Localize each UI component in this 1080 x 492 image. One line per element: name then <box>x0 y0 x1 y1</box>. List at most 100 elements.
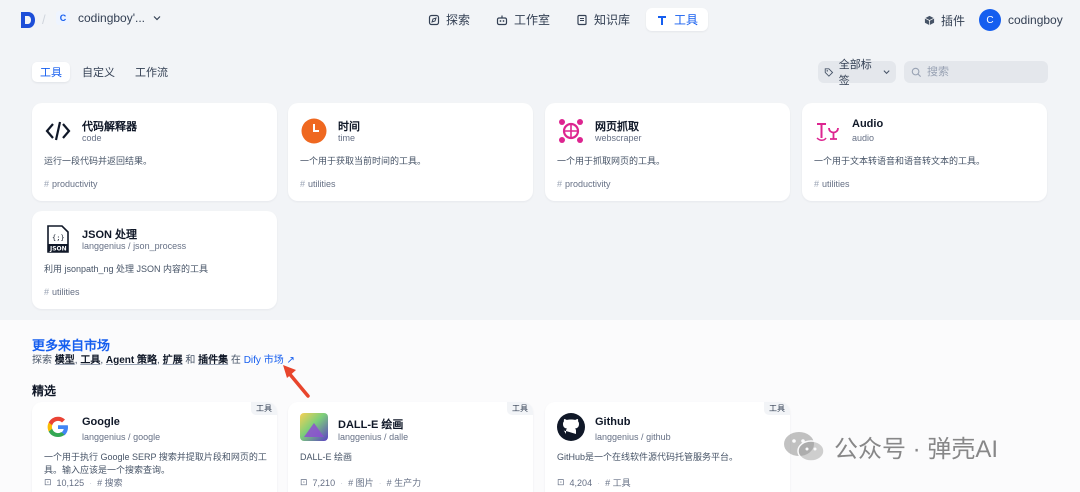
knowledge-icon <box>577 14 587 25</box>
tool-card-json-process[interactable]: {;} JSON JSON 处理 langgenius / json_proces… <box>32 211 277 309</box>
featured-heading: 精选 <box>32 384 57 398</box>
tool-name: 网页抓取 <box>595 121 639 133</box>
tool-name: 代码解释器 <box>82 121 137 133</box>
dify-marketplace-link-label: Dify 市场 <box>243 355 284 366</box>
workspace-name: codingboy'... <box>78 11 146 25</box>
tag-filter-label: 全部标签 <box>838 59 872 87</box>
tool-name: 时间 <box>338 121 360 133</box>
install-count-icon: ⊡ <box>557 477 565 487</box>
plugin-id: langgenius / dalle <box>338 432 409 442</box>
tool-card-webscraper[interactable]: 网页抓取 webscraper 一个用于抓取网页的工具。 # productivi… <box>545 103 790 201</box>
tools-icon <box>658 15 667 25</box>
tool-card-time[interactable]: 时间 time 一个用于获取当前时间的工具。 # utilities <box>288 103 533 201</box>
plugin-name: DALL-E 绘画 <box>338 419 404 431</box>
marketplace-sub-in: 在 <box>230 355 241 366</box>
tool-card-code[interactable]: 代码解释器 code 运行一段代码并返回结果。 # productivity <box>32 103 277 201</box>
tool-tag: # utilities <box>300 179 336 189</box>
main-nav: 探索 工作室 知识库 工具 <box>418 8 709 31</box>
svg-text:{;}: {;} <box>52 234 65 242</box>
search-box <box>904 61 1048 83</box>
plugin-id-value: github <box>646 432 671 442</box>
nav-knowledge[interactable]: 知识库 <box>566 8 640 31</box>
marketplace-category-models[interactable]: 模型 <box>55 355 75 366</box>
plugin-id-value: google <box>133 432 161 442</box>
tool-tag-label: utilities <box>308 179 336 189</box>
nav-studio[interactable]: 工作室 <box>486 8 560 31</box>
tool-description: 一个用于文本转语音和语音转文本的工具。 <box>814 156 986 166</box>
tool-id: audio <box>852 133 875 143</box>
marketplace-category-extensions[interactable]: 扩展 <box>163 355 183 366</box>
chevron-down-icon <box>153 16 161 21</box>
plugin-tag: # 搜索 <box>97 478 123 488</box>
nav-explore-label: 探索 <box>446 13 471 27</box>
plugin-name: Google <box>82 416 120 428</box>
audio-icon <box>814 117 842 145</box>
json-icon: {;} JSON <box>44 225 72 253</box>
wechat-logo-icon <box>784 431 825 462</box>
plugin-cube-icon <box>924 15 935 26</box>
user-menu[interactable]: C codingboy <box>979 9 1063 31</box>
tag-icon <box>824 67 834 77</box>
install-count-icon: ⊡ <box>300 477 308 487</box>
tool-type-tabs: 工具 自定义 工作流 <box>32 62 176 82</box>
plugin-tag-label: 图片 <box>355 478 374 488</box>
top-bar: / C codingboy'... 探索 工作室 知识库 工具 插件 C cod… <box>0 0 1080 40</box>
tool-tag: # utilities <box>44 287 80 297</box>
meta-separator: · <box>597 477 601 488</box>
install-count: 7,210 <box>312 477 336 488</box>
plugin-tag: # 图片 <box>348 478 374 488</box>
featured-card-dalle[interactable]: 工具 DALL-E 绘画 langgenius / dalle DALL-E 绘… <box>288 402 533 492</box>
tool-author: langgenius <box>82 241 126 251</box>
plugins-button[interactable]: 插件 <box>924 12 965 29</box>
tool-tag-label: productivity <box>52 179 98 189</box>
category-badge: 工具 <box>507 402 533 415</box>
tool-tag-label: utilities <box>822 179 850 189</box>
install-count: 4,204 <box>569 477 593 488</box>
category-badge: 工具 <box>251 402 277 415</box>
featured-card-github[interactable]: 工具 Github langgenius / github GitHub是一个在… <box>545 402 790 492</box>
plugin-author: langgenius <box>595 432 639 442</box>
clock-icon <box>300 117 328 145</box>
marketplace-sub-comma: , <box>100 355 104 366</box>
plugin-id: langgenius / google <box>82 432 161 442</box>
tool-id: webscraper <box>595 133 642 143</box>
marketplace-category-agent[interactable]: Agent 策略 <box>106 355 157 366</box>
tag-filter-dropdown[interactable]: 全部标签 <box>818 59 896 87</box>
marketplace-sub-prefix: 探索 <box>32 355 52 366</box>
meta-separator: · <box>89 477 93 488</box>
marketplace-category-tools[interactable]: 工具 <box>80 355 100 366</box>
google-icon <box>44 413 72 441</box>
tool-card-audio[interactable]: Audio audio 一个用于文本转语音和语音转文本的工具。 # utiliti… <box>802 103 1047 201</box>
tool-description: 一个用于获取当前时间的工具。 <box>300 156 427 166</box>
marketplace-category-bundles[interactable]: 插件集 <box>198 355 228 366</box>
tab-custom[interactable]: 自定义 <box>74 62 123 82</box>
tool-id-value: json_process <box>133 241 187 251</box>
tool-id: langgenius / json_process <box>82 241 187 251</box>
search-icon <box>911 67 922 77</box>
github-icon <box>557 413 585 441</box>
install-count-icon: ⊡ <box>44 477 52 487</box>
plugin-meta: ⊡ 7,210 · # 图片 · # 生产力 <box>300 476 421 489</box>
tab-workflow[interactable]: 工作流 <box>127 62 176 82</box>
search-input[interactable] <box>927 66 1037 78</box>
marketplace-sub-comma: , <box>157 355 160 366</box>
dify-logo-icon[interactable] <box>20 11 36 29</box>
plugin-author: langgenius <box>338 432 382 442</box>
nav-tools[interactable]: 工具 <box>646 8 709 31</box>
tool-id: code <box>82 133 102 143</box>
code-icon <box>44 117 72 145</box>
tab-builtin[interactable]: 工具 <box>32 62 70 82</box>
nav-knowledge-label: 知识库 <box>594 13 631 27</box>
tool-tag-label: utilities <box>52 287 80 297</box>
marketplace-subtitle: 探索 模型, 工具, Agent 策略, 扩展 和 插件集 在 Dify 市场 … <box>32 351 295 366</box>
featured-card-google[interactable]: 工具 Google langgenius / google 一个用于执行 Goo… <box>32 402 277 492</box>
tool-tag-label: productivity <box>565 179 611 189</box>
workspace-avatar: C <box>56 11 70 25</box>
meta-separator: · <box>340 477 344 488</box>
plugin-name: Github <box>595 416 631 428</box>
nav-explore[interactable]: 探索 <box>418 8 480 31</box>
workspace-switcher[interactable]: C codingboy'... <box>56 11 161 25</box>
plugin-tag: # 工具 <box>605 478 631 488</box>
tool-tag: # utilities <box>814 179 850 189</box>
plugin-meta: ⊡ 10,125 · # 搜索 <box>44 476 123 489</box>
